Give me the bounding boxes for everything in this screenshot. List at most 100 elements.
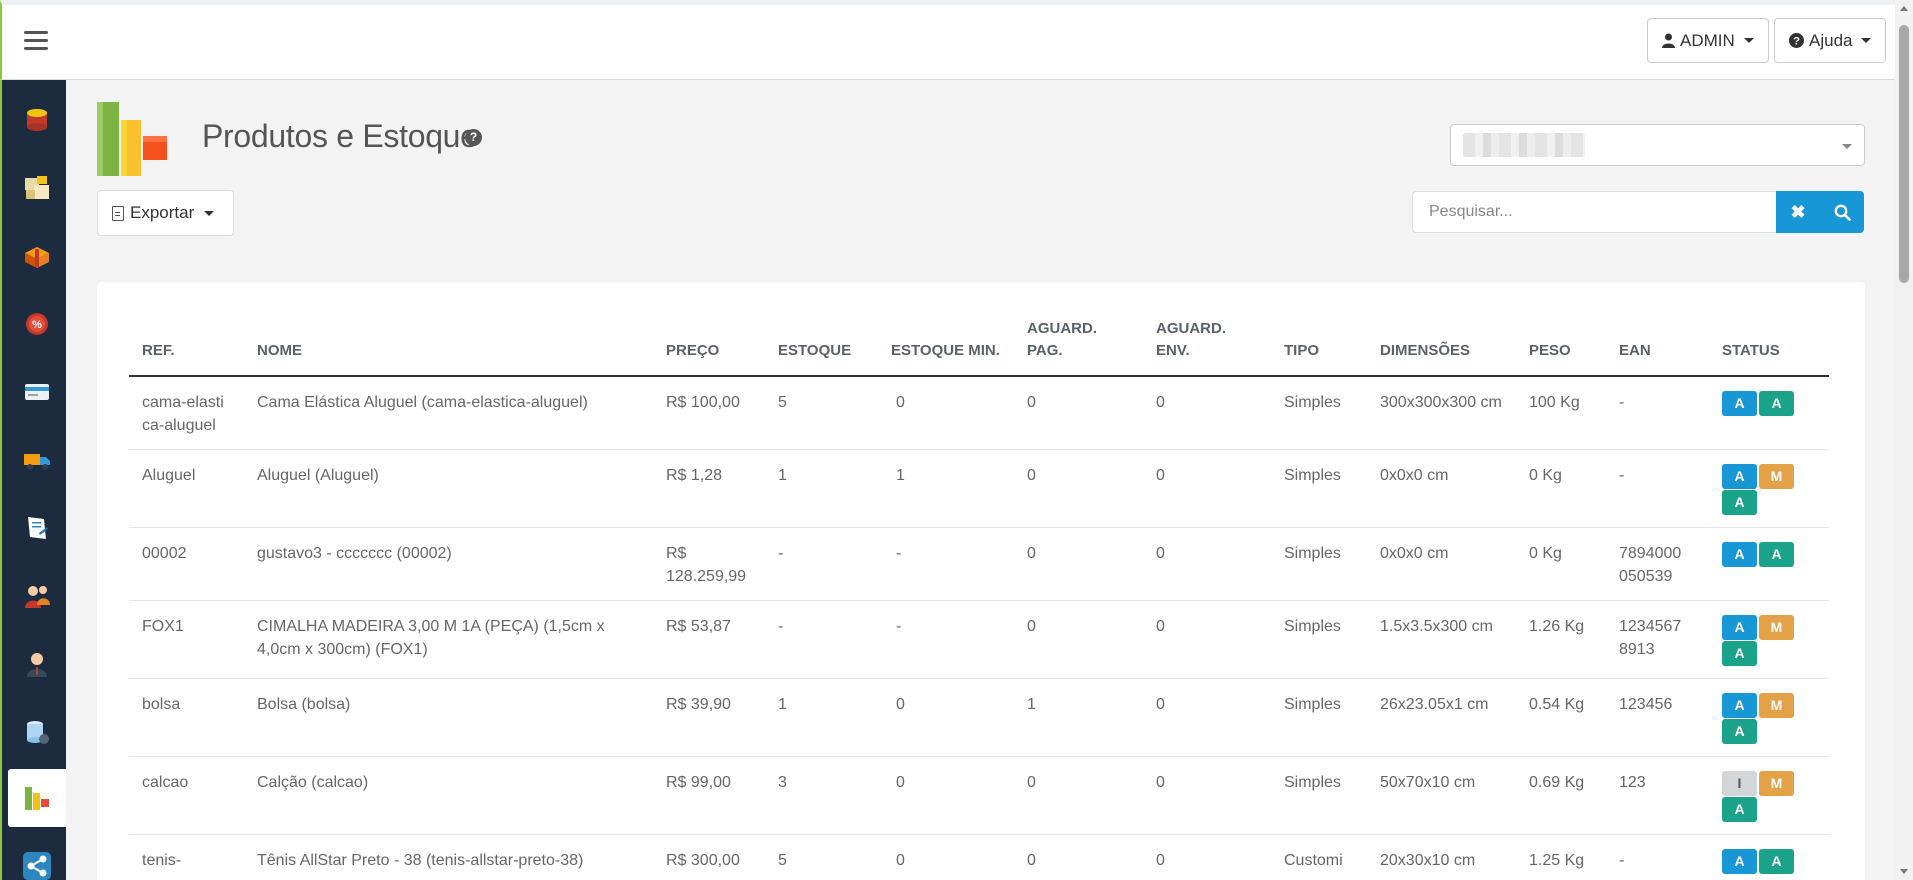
- cell-aguard-env: 0: [1143, 678, 1271, 757]
- column-header-ean[interactable]: EAN: [1606, 318, 1709, 377]
- sidebar-item-database[interactable]: [8, 91, 66, 149]
- column-header-nome[interactable]: NOME: [244, 318, 653, 377]
- status-badge[interactable]: A: [1722, 693, 1757, 718]
- scroll-down-icon[interactable]: [1900, 869, 1908, 874]
- status-badges: AMA: [1722, 693, 1798, 744]
- column-header-ref[interactable]: REF.: [129, 318, 244, 377]
- cell-estoque-min: 1: [883, 449, 1014, 528]
- sidebar-item-payments[interactable]: [8, 363, 66, 421]
- cell-aguard-pag: 0: [1014, 600, 1143, 679]
- column-header-tipo[interactable]: TIPO: [1271, 318, 1367, 377]
- svg-text:?: ?: [1793, 36, 1800, 48]
- cell-nome: Tênis AllStar Preto - 38 (tenis-allstar-…: [244, 834, 653, 880]
- cell-estoque: -: [765, 527, 883, 601]
- cell-status: AA: [1709, 527, 1829, 601]
- credit-card-icon: [25, 384, 49, 400]
- sidebar-item-discount[interactable]: %: [8, 295, 66, 353]
- user-menu-button[interactable]: ADMIN: [1647, 18, 1769, 63]
- status-badge[interactable]: A: [1722, 490, 1757, 515]
- table-header-row: REF. NOME PREÇO ESTOQUE ESTOQUE MIN. AGUARD. …: [129, 318, 1829, 377]
- status-badge[interactable]: A: [1722, 464, 1757, 489]
- status-badge[interactable]: A: [1759, 849, 1794, 874]
- status-badge[interactable]: M: [1759, 615, 1794, 640]
- status-badge[interactable]: M: [1759, 693, 1794, 718]
- table-row[interactable]: Aluguel Aluguel (Aluguel) R$ 1,28 1 1 0 0 Simpl…: [129, 449, 1829, 528]
- page-title: Produtos e Estoque: [202, 118, 478, 154]
- sidebar-item-products[interactable]: [8, 769, 66, 827]
- table-row[interactable]: calcao Calção (calcao) R$ 99,00 3 0 0 0 Simples…: [129, 756, 1829, 835]
- share-icon: [23, 852, 51, 880]
- status-badge[interactable]: A: [1759, 542, 1794, 567]
- status-badges: IMA: [1722, 771, 1798, 822]
- search-button[interactable]: [1820, 191, 1864, 233]
- column-header-preco[interactable]: PREÇO: [653, 318, 765, 377]
- sidebar-item-customers[interactable]: [8, 567, 66, 625]
- column-header-estoque[interactable]: ESTOQUE: [765, 318, 883, 377]
- blurred-store-name: [1463, 133, 1585, 157]
- cell-status: AA: [1709, 834, 1829, 880]
- scroll-thumb[interactable]: [1899, 25, 1909, 283]
- sidebar-item-boxes[interactable]: [8, 159, 66, 217]
- sidebar-item-package[interactable]: [8, 227, 66, 285]
- cell-estoque-min: -: [883, 600, 1014, 679]
- cell-dimensoes: 0x0x0 cm: [1367, 449, 1516, 528]
- cell-aguard-env: 0: [1143, 600, 1271, 679]
- status-badges: AMA: [1722, 615, 1798, 666]
- status-badge[interactable]: I: [1722, 771, 1757, 796]
- cell-estoque: -: [765, 600, 883, 679]
- status-badge[interactable]: A: [1722, 719, 1757, 744]
- search-input[interactable]: [1412, 191, 1776, 233]
- column-header-dimensoes[interactable]: DIMENSÕES: [1367, 318, 1516, 377]
- help-icon[interactable]: ?: [465, 129, 482, 146]
- status-badge[interactable]: A: [1759, 391, 1794, 416]
- column-header-peso[interactable]: PESO: [1516, 318, 1606, 377]
- cell-dimensoes: 50x70x10 cm: [1367, 756, 1516, 835]
- status-badge[interactable]: M: [1759, 771, 1794, 796]
- cell-estoque: 1: [765, 449, 883, 528]
- cell-peso: 0.69 Kg: [1516, 756, 1606, 835]
- cell-ref: cama-elastica-aluguel: [129, 376, 244, 450]
- status-badge[interactable]: A: [1722, 391, 1757, 416]
- table-row[interactable]: bolsa Bolsa (bolsa) R$ 39,90 1 0 1 0 Simples 26x…: [129, 678, 1829, 757]
- cell-status: AA: [1709, 376, 1829, 450]
- menu-toggle-icon[interactable]: [24, 31, 48, 51]
- sidebar-item-orders[interactable]: [8, 499, 66, 557]
- cell-peso: 0 Kg: [1516, 527, 1606, 601]
- cell-ean: -: [1606, 376, 1709, 450]
- column-header-estoque-min[interactable]: ESTOQUE MIN.: [883, 318, 1014, 377]
- table-row[interactable]: FOX1 CIMALHA MADEIRA 3,00 M 1A (PEÇA) (1,…: [129, 600, 1829, 679]
- export-button[interactable]: Exportar: [97, 190, 234, 236]
- cell-tipo: Customi: [1271, 834, 1367, 880]
- sidebar-item-shipping[interactable]: [8, 431, 66, 489]
- help-menu-button[interactable]: ? Ajuda: [1774, 18, 1887, 63]
- page-scrollbar[interactable]: [1895, 0, 1913, 880]
- status-badge[interactable]: A: [1722, 542, 1757, 567]
- status-badge[interactable]: A: [1722, 615, 1757, 640]
- column-header-status[interactable]: STATUS: [1709, 318, 1829, 377]
- clear-search-button[interactable]: ✖: [1776, 191, 1820, 233]
- column-header-aguard-pag[interactable]: AGUARD. PAG.: [1014, 318, 1143, 377]
- cell-estoque: 3: [765, 756, 883, 835]
- store-select[interactable]: [1450, 124, 1865, 166]
- cell-ref: 00002: [129, 527, 244, 601]
- cell-preco: R$ 39,90: [653, 678, 765, 757]
- sidebar-item-share[interactable]: [8, 837, 66, 880]
- table-row[interactable]: cama-elastica-aluguel Cama Elástica Alugu…: [129, 376, 1829, 450]
- status-badge[interactable]: A: [1722, 797, 1757, 822]
- status-badge[interactable]: M: [1759, 464, 1794, 489]
- chart-icon: [25, 787, 49, 810]
- cell-status: IMA: [1709, 756, 1829, 835]
- cell-peso: 1.26 Kg: [1516, 600, 1606, 679]
- sidebar-item-system[interactable]: [8, 703, 66, 761]
- chevron-down-icon: [204, 210, 215, 216]
- scroll-up-icon[interactable]: [1900, 6, 1908, 11]
- table-row[interactable]: 00002 gustavo3 - ccccccc (00002) R$ 128.25…: [129, 527, 1829, 601]
- status-badge[interactable]: A: [1722, 641, 1757, 666]
- status-badge[interactable]: A: [1722, 849, 1757, 874]
- status-badges: AA: [1722, 391, 1798, 416]
- cell-status: AMA: [1709, 678, 1829, 757]
- cell-nome: Calção (calcao): [244, 756, 653, 835]
- table-row[interactable]: tenis- Tênis AllStar Preto - 38 (tenis-al…: [129, 834, 1829, 880]
- sidebar-item-user[interactable]: [8, 635, 66, 693]
- column-header-aguard-env[interactable]: AGUARD. ENV.: [1143, 318, 1271, 377]
